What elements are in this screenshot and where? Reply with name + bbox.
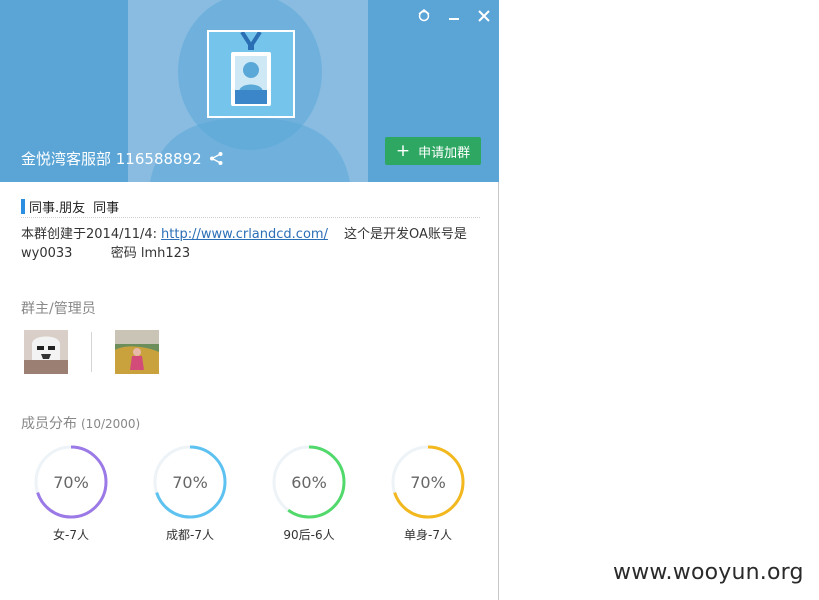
description-password: lmh123: [140, 246, 191, 261]
group-name-text: 金悦湾客服部 116588892: [21, 150, 202, 168]
description-password-label: 密码: [110, 246, 137, 261]
watermark-text: www.wooyun.org: [613, 560, 804, 585]
member-stat-age: 60% 90后-6人: [259, 444, 359, 543]
join-group-button[interactable]: + 申请加群: [385, 137, 481, 165]
minimize-icon[interactable]: [444, 6, 464, 26]
members-label: 成员分布: [21, 416, 77, 432]
group-description: 本群创建于2014/11/4: http://www.crlandcd.com/这…: [21, 225, 481, 263]
admins-heading: 群主/管理员: [21, 301, 96, 317]
stat-percent: 70%: [53, 472, 89, 492]
stat-percent: 70%: [410, 472, 446, 492]
group-avatar[interactable]: [207, 30, 295, 118]
members-heading: 成员分布 (10/2000): [21, 413, 140, 433]
description-account: wy0033: [21, 246, 73, 261]
stat-caption: 女-7人: [53, 528, 89, 542]
profile-banner: 金悦湾客服部 116588892 + 申请加群: [0, 0, 499, 182]
stat-percent: 60%: [291, 472, 327, 492]
group-tags: 同事.朋友 同事: [21, 195, 480, 218]
stat-percent: 70%: [172, 472, 208, 492]
stat-caption: 90后-6人: [283, 528, 335, 542]
close-icon[interactable]: [474, 6, 494, 26]
stat-caption: 单身-7人: [404, 528, 452, 542]
group-name-and-id: 金悦湾客服部 116588892: [21, 148, 224, 169]
admin-separator: [91, 332, 92, 372]
admin-avatar[interactable]: [115, 330, 159, 374]
owner-avatar[interactable]: [24, 330, 68, 374]
join-group-label: 申请加群: [418, 145, 471, 161]
group-profile-window: 金悦湾客服部 116588892 + 申请加群 同事.朋友 同事 本群创建于20…: [0, 0, 499, 600]
description-prefix: 本群创建于2014/11/4:: [21, 227, 158, 242]
stat-caption: 成都-7人: [166, 528, 214, 542]
settings-icon[interactable]: [414, 6, 434, 26]
member-stat-gender: 70% 女-7人: [21, 444, 121, 543]
description-link[interactable]: http://www.crlandcd.com/: [161, 227, 328, 242]
tag-item: 同事: [93, 200, 120, 216]
plus-icon: +: [395, 140, 411, 161]
id-badge-icon: [231, 30, 271, 106]
share-icon[interactable]: [209, 151, 224, 166]
description-suffix: 这个是开发OA账号是: [343, 227, 467, 242]
members-count: (10/2000): [81, 417, 141, 431]
tag-accent-bar: [21, 198, 25, 214]
tag-item: 同事.朋友: [29, 200, 86, 216]
member-stat-location: 70% 成都-7人: [140, 444, 240, 543]
member-stat-single: 70% 单身-7人: [378, 444, 478, 543]
